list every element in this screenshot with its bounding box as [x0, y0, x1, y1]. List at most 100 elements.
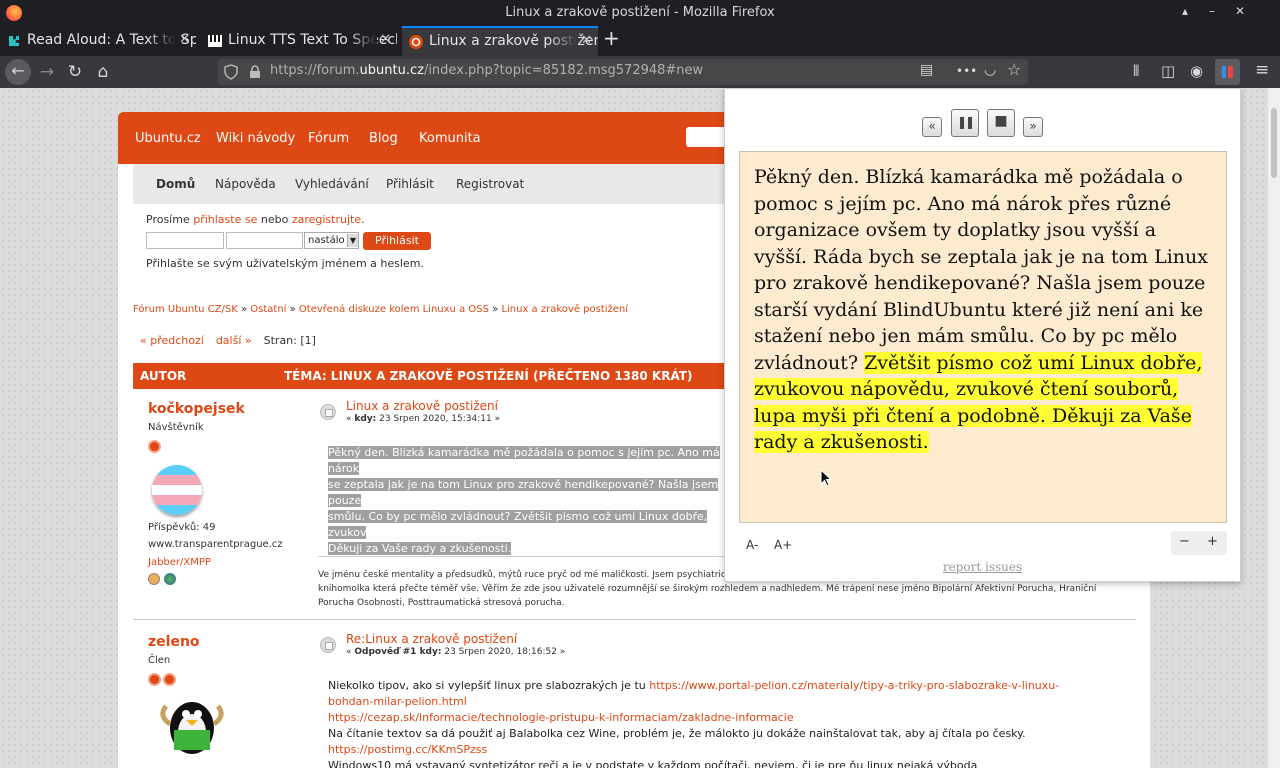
menu-register[interactable]: Registrovat	[456, 177, 524, 191]
pocket-icon[interactable]: ◡	[984, 62, 996, 78]
back-button[interactable]: ←	[5, 59, 31, 85]
member-rank: Návštěvník	[148, 422, 204, 433]
url-bar[interactable]: https://forum.ubuntu.cz/index.php?topic=…	[218, 59, 1028, 85]
tux-avatar	[160, 702, 224, 754]
nav-wiki[interactable]: Wiki návody	[216, 131, 295, 146]
home-button[interactable]: ⌂	[91, 60, 115, 84]
register-link[interactable]: zaregistrujte	[292, 213, 361, 226]
tab-close-icon[interactable]: ✕	[179, 26, 190, 54]
page-actions-icon[interactable]: •••	[956, 64, 977, 78]
rank-star-icon	[148, 440, 161, 453]
font-smaller-button[interactable]: A-	[746, 538, 758, 552]
login-button[interactable]: Přihlásit	[363, 232, 431, 250]
page-count: Stran: [1]	[263, 334, 316, 347]
post-meta: « kdy: 23 Srpen 2020, 15:34:11 »	[346, 414, 501, 424]
prev-topic-link[interactable]: « předchozí	[140, 334, 204, 347]
login-prompt: Prosíme přihlaste se nebo zaregistrujte.	[146, 213, 365, 226]
hamburger-menu-icon[interactable]: ≡	[1255, 60, 1269, 80]
read-text: Pěkný den. Blízká kamarádka mě požádala …	[754, 166, 1208, 374]
nav-ubuntu-cz[interactable]: Ubuntu.cz	[135, 131, 201, 146]
window-restore-icon[interactable]: ▴	[1182, 4, 1188, 18]
tab-read-aloud[interactable]: Read Aloud: A Text to Spe ✕	[0, 26, 196, 56]
rewind-icon: «	[928, 119, 936, 133]
stop-icon: ■	[994, 113, 1008, 129]
post-author[interactable]: kočkopejsek	[148, 401, 245, 417]
read-aloud-extension-button[interactable]	[1215, 59, 1240, 85]
post-icon	[320, 637, 336, 653]
post-author[interactable]: zeleno	[148, 634, 200, 650]
breadcrumb-item[interactable]: Fórum Ubuntu CZ/SK	[133, 304, 238, 315]
post-title[interactable]: Linux a zrakově postižení	[346, 399, 498, 413]
reader-view-icon[interactable]: ▤	[920, 62, 933, 78]
account-icon[interactable]: ◉	[1190, 62, 1203, 80]
nav-blog[interactable]: Blog	[369, 131, 398, 146]
globe-icon[interactable]	[164, 573, 176, 585]
menu-home[interactable]: Domů	[156, 177, 195, 191]
read-aloud-puzzle-icon	[9, 36, 19, 46]
forward-button[interactable]: →	[35, 60, 59, 84]
piano-keys-icon	[208, 35, 222, 47]
reading-text-panel[interactable]: Pěkný den. Blízká kamarádka mě požádala …	[739, 151, 1227, 523]
tab-close-icon[interactable]: ✕	[380, 26, 391, 54]
member-website[interactable]: www.transparentprague.cz	[148, 539, 283, 550]
lock-icon[interactable]	[249, 65, 261, 79]
login-link[interactable]: přihlaste se	[193, 213, 257, 226]
tab-close-icon[interactable]: ✕	[581, 28, 592, 54]
cezap-link[interactable]: https://cezap.sk/informacie/technologie-…	[328, 711, 794, 724]
post-count: Příspěvků: 49	[148, 522, 216, 533]
page-scrollbar[interactable]	[1268, 88, 1280, 768]
window-title: Linux a zrakově postižení - Mozilla Fire…	[505, 5, 775, 20]
forward-button[interactable]: »	[1023, 117, 1043, 137]
window-close-icon[interactable]: ✕	[1235, 4, 1245, 18]
menu-help[interactable]: Nápověda	[215, 177, 276, 191]
username-input[interactable]	[146, 232, 224, 249]
login-hint: Přihlašte se svým uživatelským jménem a …	[146, 257, 424, 270]
breadcrumb-item[interactable]: Linux a zrakově postižení	[501, 304, 628, 315]
password-input[interactable]	[226, 232, 303, 249]
session-length-select[interactable]: nastálo ▼	[304, 232, 359, 249]
library-icon[interactable]: ⫴	[1133, 62, 1139, 80]
breadcrumb: Fórum Ubuntu CZ/SK » Ostatní » Otevřená …	[133, 304, 629, 315]
ubuntu-logo-icon	[409, 35, 423, 49]
zoom-in-button[interactable]: +	[1207, 534, 1218, 549]
menu-search[interactable]: Vyhledávání	[295, 177, 369, 191]
chevron-down-icon: ▼	[347, 234, 358, 247]
read-aloud-popup: « ❚❚ ■ » Pěkný den. Blízká kamarádka mě …	[724, 88, 1241, 582]
tracking-shield-icon[interactable]	[224, 64, 238, 80]
navigation-toolbar: ← → ↻ ⌂ https://forum.ubuntu.cz/index.ph…	[0, 56, 1280, 88]
pause-button[interactable]: ❚❚	[951, 109, 979, 137]
jabber-link[interactable]: Jabber/XMPP	[148, 557, 211, 568]
tab-strip: Read Aloud: A Text to Spe ✕ Linux TTS Te…	[0, 26, 1280, 56]
sidebar-icon[interactable]: ◫	[1161, 62, 1175, 80]
new-tab-button[interactable]: +	[603, 26, 620, 50]
menu-login[interactable]: Přihlásit	[386, 177, 434, 191]
stop-button[interactable]: ■	[987, 109, 1015, 137]
breadcrumb-item[interactable]: Otevřená diskuze kolem Linuxu a OSS	[299, 304, 489, 315]
bookmark-star-icon[interactable]: ☆	[1007, 60, 1021, 79]
forward-icon: »	[1029, 119, 1037, 133]
tab-linux-tts[interactable]: Linux TTS Text To Speech ✕	[201, 26, 397, 56]
tab-linux-zrakove[interactable]: Linux a zrakově postižení ✕	[402, 26, 598, 56]
post-separator	[133, 619, 1136, 620]
window-minimize-icon[interactable]: –	[1209, 4, 1215, 18]
url-text[interactable]: https://forum.ubuntu.cz/index.php?topic=…	[270, 63, 703, 78]
postimg-link[interactable]: https://postimg.cc/KKmSPzss	[328, 743, 487, 756]
window-titlebar: Linux a zrakově postižení - Mozilla Fire…	[0, 0, 1280, 26]
rewind-button[interactable]: «	[922, 117, 942, 137]
pause-icon: ❚❚	[956, 115, 975, 129]
nav-komunita[interactable]: Komunita	[419, 131, 481, 146]
report-issues-link[interactable]: report issues	[725, 560, 1240, 574]
site-search-input[interactable]	[686, 127, 726, 147]
column-topic: TÉMA: LINUX A ZRAKOVĚ POSTIŽENÍ (PŘEČTEN…	[284, 369, 693, 383]
nav-forum[interactable]: Fórum	[308, 131, 349, 146]
reload-button[interactable]: ↻	[63, 60, 87, 84]
scrollbar-thumb[interactable]	[1271, 108, 1277, 178]
avatar	[152, 465, 202, 515]
user-icon[interactable]	[148, 573, 160, 585]
post-title[interactable]: Re:Linux a zrakově postižení	[346, 632, 517, 646]
post-body: Niekolko tipov, ako si vylepšiť linux pr…	[328, 679, 1060, 768]
next-topic-link[interactable]: další »	[216, 334, 252, 347]
zoom-out-button[interactable]: −	[1179, 534, 1190, 549]
breadcrumb-item[interactable]: Ostatní	[250, 304, 286, 315]
font-larger-button[interactable]: A+	[774, 538, 792, 552]
